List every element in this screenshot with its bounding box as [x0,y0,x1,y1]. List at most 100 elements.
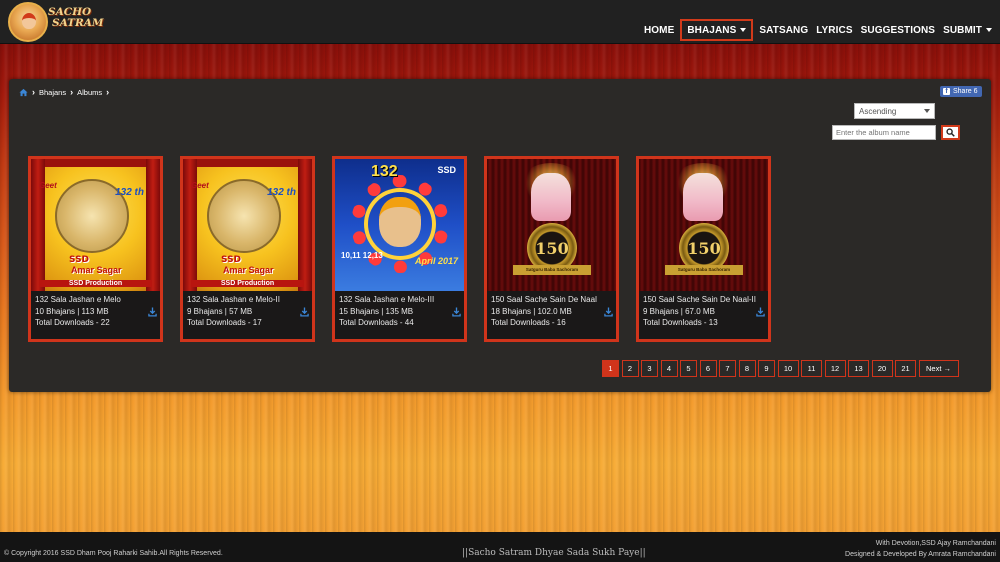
album-title[interactable]: 150 Saal Sache Sain De Naal-II [643,294,767,306]
page-8[interactable]: 8 [738,360,756,377]
album-cover[interactable]: Geet 132 th SSD Amar Sagar SSD Productio… [183,159,312,291]
navbar: SACHO SATRAM HOME BHAJANS SATSANG LYRICS… [0,0,1000,44]
download-icon[interactable] [756,307,765,317]
album-grid: Geet 132 th SSD Amar Sagar SSD Productio… [28,156,788,342]
footer-tagline: ||Sacho Satram Dhyae Sada Sukh Paye|| [462,548,646,558]
home-icon[interactable] [19,88,28,97]
cover-text: April 2017 [414,256,458,266]
search-icon [946,128,955,137]
main-nav: HOME BHAJANS SATSANG LYRICS SUGGESTIONS … [640,19,996,41]
next-page-button[interactable]: Next → [918,360,959,377]
album-card[interactable]: 150 Satguru Baba Sachoram 150 Saal Sache… [636,156,771,342]
cover-text: 132 th [115,187,144,198]
album-cover[interactable]: Geet 132 th SSD Amar Sagar SSD Productio… [31,159,160,291]
cover-text: SSD Production [191,280,304,287]
page-9[interactable]: 9 [758,360,775,377]
nav-suggestions[interactable]: SUGGESTIONS [857,19,939,41]
chevron-right-icon: › [106,86,110,97]
album-card[interactable]: 132 SSD 10,11 12,13 April 2017 132 Sala … [332,156,467,342]
credit-line-2: Designed & Developed By Amrata Ramchanda… [845,551,996,558]
copyright-text: © Copyright 2016 SSD Dham Pooj Raharki S… [4,550,223,557]
album-cover[interactable]: 150 Satguru Baba Sachoram [639,159,768,291]
nav-lyrics[interactable]: LYRICS [812,19,856,41]
album-title[interactable]: 132 Sala Jashan e Melo-II [187,294,311,306]
album-search-input[interactable] [832,125,936,140]
album-downloads: Total Downloads - 16 [491,318,566,327]
share-label: Share 6 [953,88,978,95]
album-title[interactable]: 150 Saal Sache Sain De Naal [491,294,615,306]
nav-home[interactable]: HOME [640,19,678,41]
page-3[interactable]: 3 [641,360,658,377]
caret-down-icon [986,28,992,32]
album-downloads: Total Downloads - 22 [35,318,110,327]
cover-text: 10,11 12,13 [341,251,383,260]
cover-text: Satguru Baba Sachoram [513,265,591,275]
credit-line-1: With Devotion,SSD Ajay Ramchandani [875,540,996,547]
page-2[interactable]: 2 [621,360,639,377]
albums-panel: › Bhajans › Albums › f Share 6 Ascending… [9,79,991,392]
cover-text: 132 [371,163,398,180]
cover-text: SSD [221,255,242,265]
page-11[interactable]: 11 [801,360,822,377]
album-stats: 10 Bhajans | 113 MB [35,306,109,316]
breadcrumb-bhajans[interactable]: Bhajans [39,88,66,97]
download-icon[interactable] [148,307,157,317]
page-10[interactable]: 10 [777,360,799,377]
footer-credits: With Devotion,SSD Ajay Ramchandani Desig… [845,538,996,560]
page-12[interactable]: 12 [824,360,846,377]
page-6[interactable]: 6 [699,360,717,377]
site-logo[interactable]: SACHO SATRAM [8,2,104,42]
chevron-right-icon: › [70,86,74,97]
nav-bhajans-label: BHAJANS [687,24,737,36]
facebook-share-button[interactable]: f Share 6 [940,86,982,97]
chevron-down-icon [924,109,930,113]
page-21[interactable]: 21 [895,360,916,377]
page-4[interactable]: 4 [660,360,678,377]
facebook-icon: f [943,88,950,95]
page-13[interactable]: 13 [848,360,869,377]
breadcrumb-albums[interactable]: Albums [77,88,102,97]
page-5[interactable]: 5 [680,360,697,377]
cover-text: SSD Production [39,280,152,287]
album-stats: 9 Bhajans | 67.0 MB [643,306,715,316]
page-7[interactable]: 7 [719,360,736,377]
album-title[interactable]: 132 Sala Jashan e Melo-III [339,294,463,306]
nav-satsang[interactable]: SATSANG [755,19,812,41]
cover-text: Amar Sagar [71,265,122,275]
pagination: 1 2 3 4 5 6 7 8 9 10 11 12 13 20 21 Next… [602,360,961,377]
logo-emblem [8,2,48,42]
cover-text: Geet [191,181,209,190]
page-1[interactable]: 1 [602,360,619,377]
sort-order-select[interactable]: Ascending [854,103,935,119]
album-downloads: Total Downloads - 17 [187,318,262,327]
album-cover[interactable]: 132 SSD 10,11 12,13 April 2017 [335,159,464,291]
cover-text: SSD [69,255,90,265]
album-card[interactable]: Geet 132 th SSD Amar Sagar SSD Productio… [28,156,163,342]
cover-text: 132 th [267,187,296,198]
nav-bhajans[interactable]: BHAJANS [680,19,754,41]
cover-text: Geet [39,181,57,190]
nav-submit-label: SUBMIT [943,24,982,36]
download-icon[interactable] [300,307,309,317]
sort-selected-value: Ascending [859,106,897,116]
album-card[interactable]: Geet 132 th SSD Amar Sagar SSD Productio… [180,156,315,342]
album-stats: 15 Bhajans | 135 MB [339,306,414,316]
download-icon[interactable] [452,307,461,317]
page-20[interactable]: 20 [871,360,893,377]
nav-submit[interactable]: SUBMIT [939,19,996,41]
caret-down-icon [740,28,747,32]
footer: © Copyright 2016 SSD Dham Pooj Raharki S… [0,532,1000,562]
album-title[interactable]: 132 Sala Jashan e Melo [35,294,159,306]
logo-text-line2: SATRAM [52,17,104,29]
album-stats: 9 Bhajans | 57 MB [187,306,253,316]
album-cover[interactable]: 150 Satguru Baba Sachoram [487,159,616,291]
cover-text: Amar Sagar [223,265,274,275]
album-card[interactable]: 150 Satguru Baba Sachoram 150 Saal Sache… [484,156,619,342]
cover-text: Satguru Baba Sachoram [665,265,743,275]
album-downloads: Total Downloads - 44 [339,318,414,327]
album-stats: 18 Bhajans | 102.0 MB [491,306,572,316]
search-button[interactable] [941,125,960,140]
download-icon[interactable] [604,307,613,317]
breadcrumb: › Bhajans › Albums › [19,86,113,98]
chevron-right-icon: › [32,86,35,97]
